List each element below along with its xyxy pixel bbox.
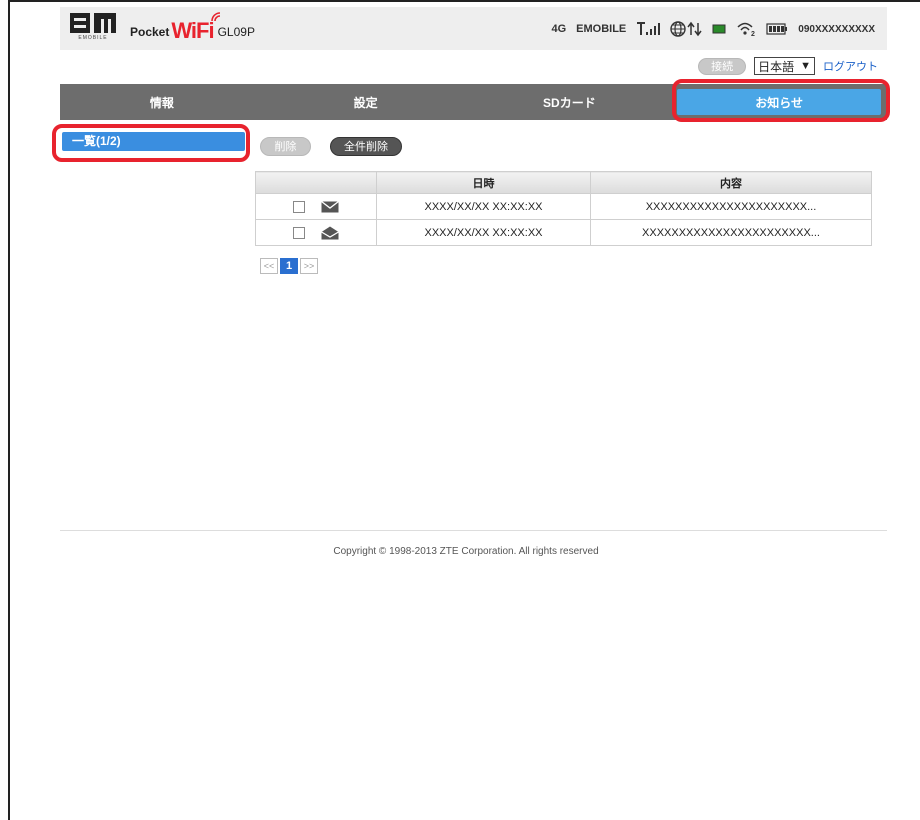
chevron-down-icon: ▼ bbox=[800, 60, 811, 72]
wifi-waves-icon bbox=[211, 12, 221, 22]
internet-globe-icon bbox=[670, 21, 702, 37]
row-checkbox[interactable] bbox=[293, 200, 306, 213]
tab-sd-card[interactable]: SDカード bbox=[468, 84, 672, 120]
status-bar: 4G EMOBILE 2 090XXXXXXXXX bbox=[541, 21, 875, 37]
logo-subtext: EMOBILE bbox=[78, 35, 108, 41]
content-cell: XXXXXXXXXXXXXXXXXXXXXXX... bbox=[590, 219, 872, 246]
next-page-button[interactable]: >> bbox=[300, 258, 318, 274]
network-type: 4G bbox=[551, 23, 567, 35]
content-cell: XXXXXXXXXXXXXXXXXXXXXX... bbox=[590, 193, 872, 220]
column-header-datetime: 日時 bbox=[376, 171, 591, 194]
battery-icon bbox=[766, 23, 788, 35]
brand-pocket: Pocket bbox=[130, 25, 170, 39]
signal-strength-icon bbox=[637, 22, 661, 35]
svg-text:2: 2 bbox=[751, 31, 755, 37]
tab-info[interactable]: 情報 bbox=[60, 84, 264, 120]
select-cell bbox=[255, 193, 377, 220]
column-header-content: 内容 bbox=[590, 171, 872, 194]
highlight-notifications-tab bbox=[672, 79, 890, 122]
mail-read-icon bbox=[320, 226, 339, 239]
language-select[interactable]: 日本語 ▼ bbox=[754, 57, 815, 75]
row-checkbox[interactable] bbox=[293, 226, 306, 239]
model-name: GL09P bbox=[217, 25, 255, 39]
mail-unread-icon bbox=[320, 200, 339, 213]
phone-number: 090XXXXXXXXX bbox=[798, 23, 875, 35]
pagination: << 1 >> bbox=[260, 258, 320, 274]
datetime-cell: XXXX/XX/XX XX:XX:XX bbox=[376, 193, 591, 220]
copyright-text: Copyright © 1998-2013 ZTE Corporation. A… bbox=[333, 546, 599, 557]
sim-card-icon bbox=[712, 24, 726, 34]
datetime-cell: XXXX/XX/XX XX:XX:XX bbox=[376, 219, 591, 246]
column-header-select bbox=[255, 171, 377, 194]
messages-table: 日時 内容 XXXX/XX/XX XX:XX:XX XXXXXXXXXXXXXX… bbox=[255, 171, 872, 246]
tab-settings[interactable]: 設定 bbox=[264, 84, 468, 120]
header-bar: EMOBILE PocketWiFi GL09P 4G EMOBILE 2 09… bbox=[60, 7, 887, 50]
brand-wifi: WiFi bbox=[171, 18, 214, 43]
table-header-row: 日時 内容 bbox=[255, 171, 872, 194]
prev-page-button[interactable]: << bbox=[260, 258, 278, 274]
page-number-current[interactable]: 1 bbox=[280, 258, 298, 274]
emobile-logo: EMOBILE bbox=[70, 13, 116, 45]
connect-button[interactable]: 接続 bbox=[698, 57, 747, 75]
select-cell bbox=[255, 219, 377, 246]
account-controls: 接続 日本語 ▼ ログアウト bbox=[698, 57, 878, 75]
language-value: 日本語 bbox=[758, 59, 795, 74]
product-brand: PocketWiFi GL09P bbox=[130, 16, 255, 43]
carrier-name: EMOBILE bbox=[576, 23, 627, 35]
table-row[interactable]: XXXX/XX/XX XX:XX:XX XXXXXXXXXXXXXXXXXXXX… bbox=[255, 193, 872, 220]
footer-divider bbox=[60, 530, 887, 531]
delete-all-button[interactable]: 全件削除 bbox=[330, 137, 402, 156]
delete-button[interactable]: 削除 bbox=[260, 137, 311, 156]
logout-link[interactable]: ログアウト bbox=[823, 58, 878, 74]
wifi-clients-icon: 2 bbox=[737, 22, 755, 37]
table-row[interactable]: XXXX/XX/XX XX:XX:XX XXXXXXXXXXXXXXXXXXXX… bbox=[255, 219, 872, 246]
highlight-sidebar-list bbox=[52, 124, 250, 162]
browser-frame: EMOBILE PocketWiFi GL09P 4G EMOBILE 2 09… bbox=[8, 0, 920, 820]
